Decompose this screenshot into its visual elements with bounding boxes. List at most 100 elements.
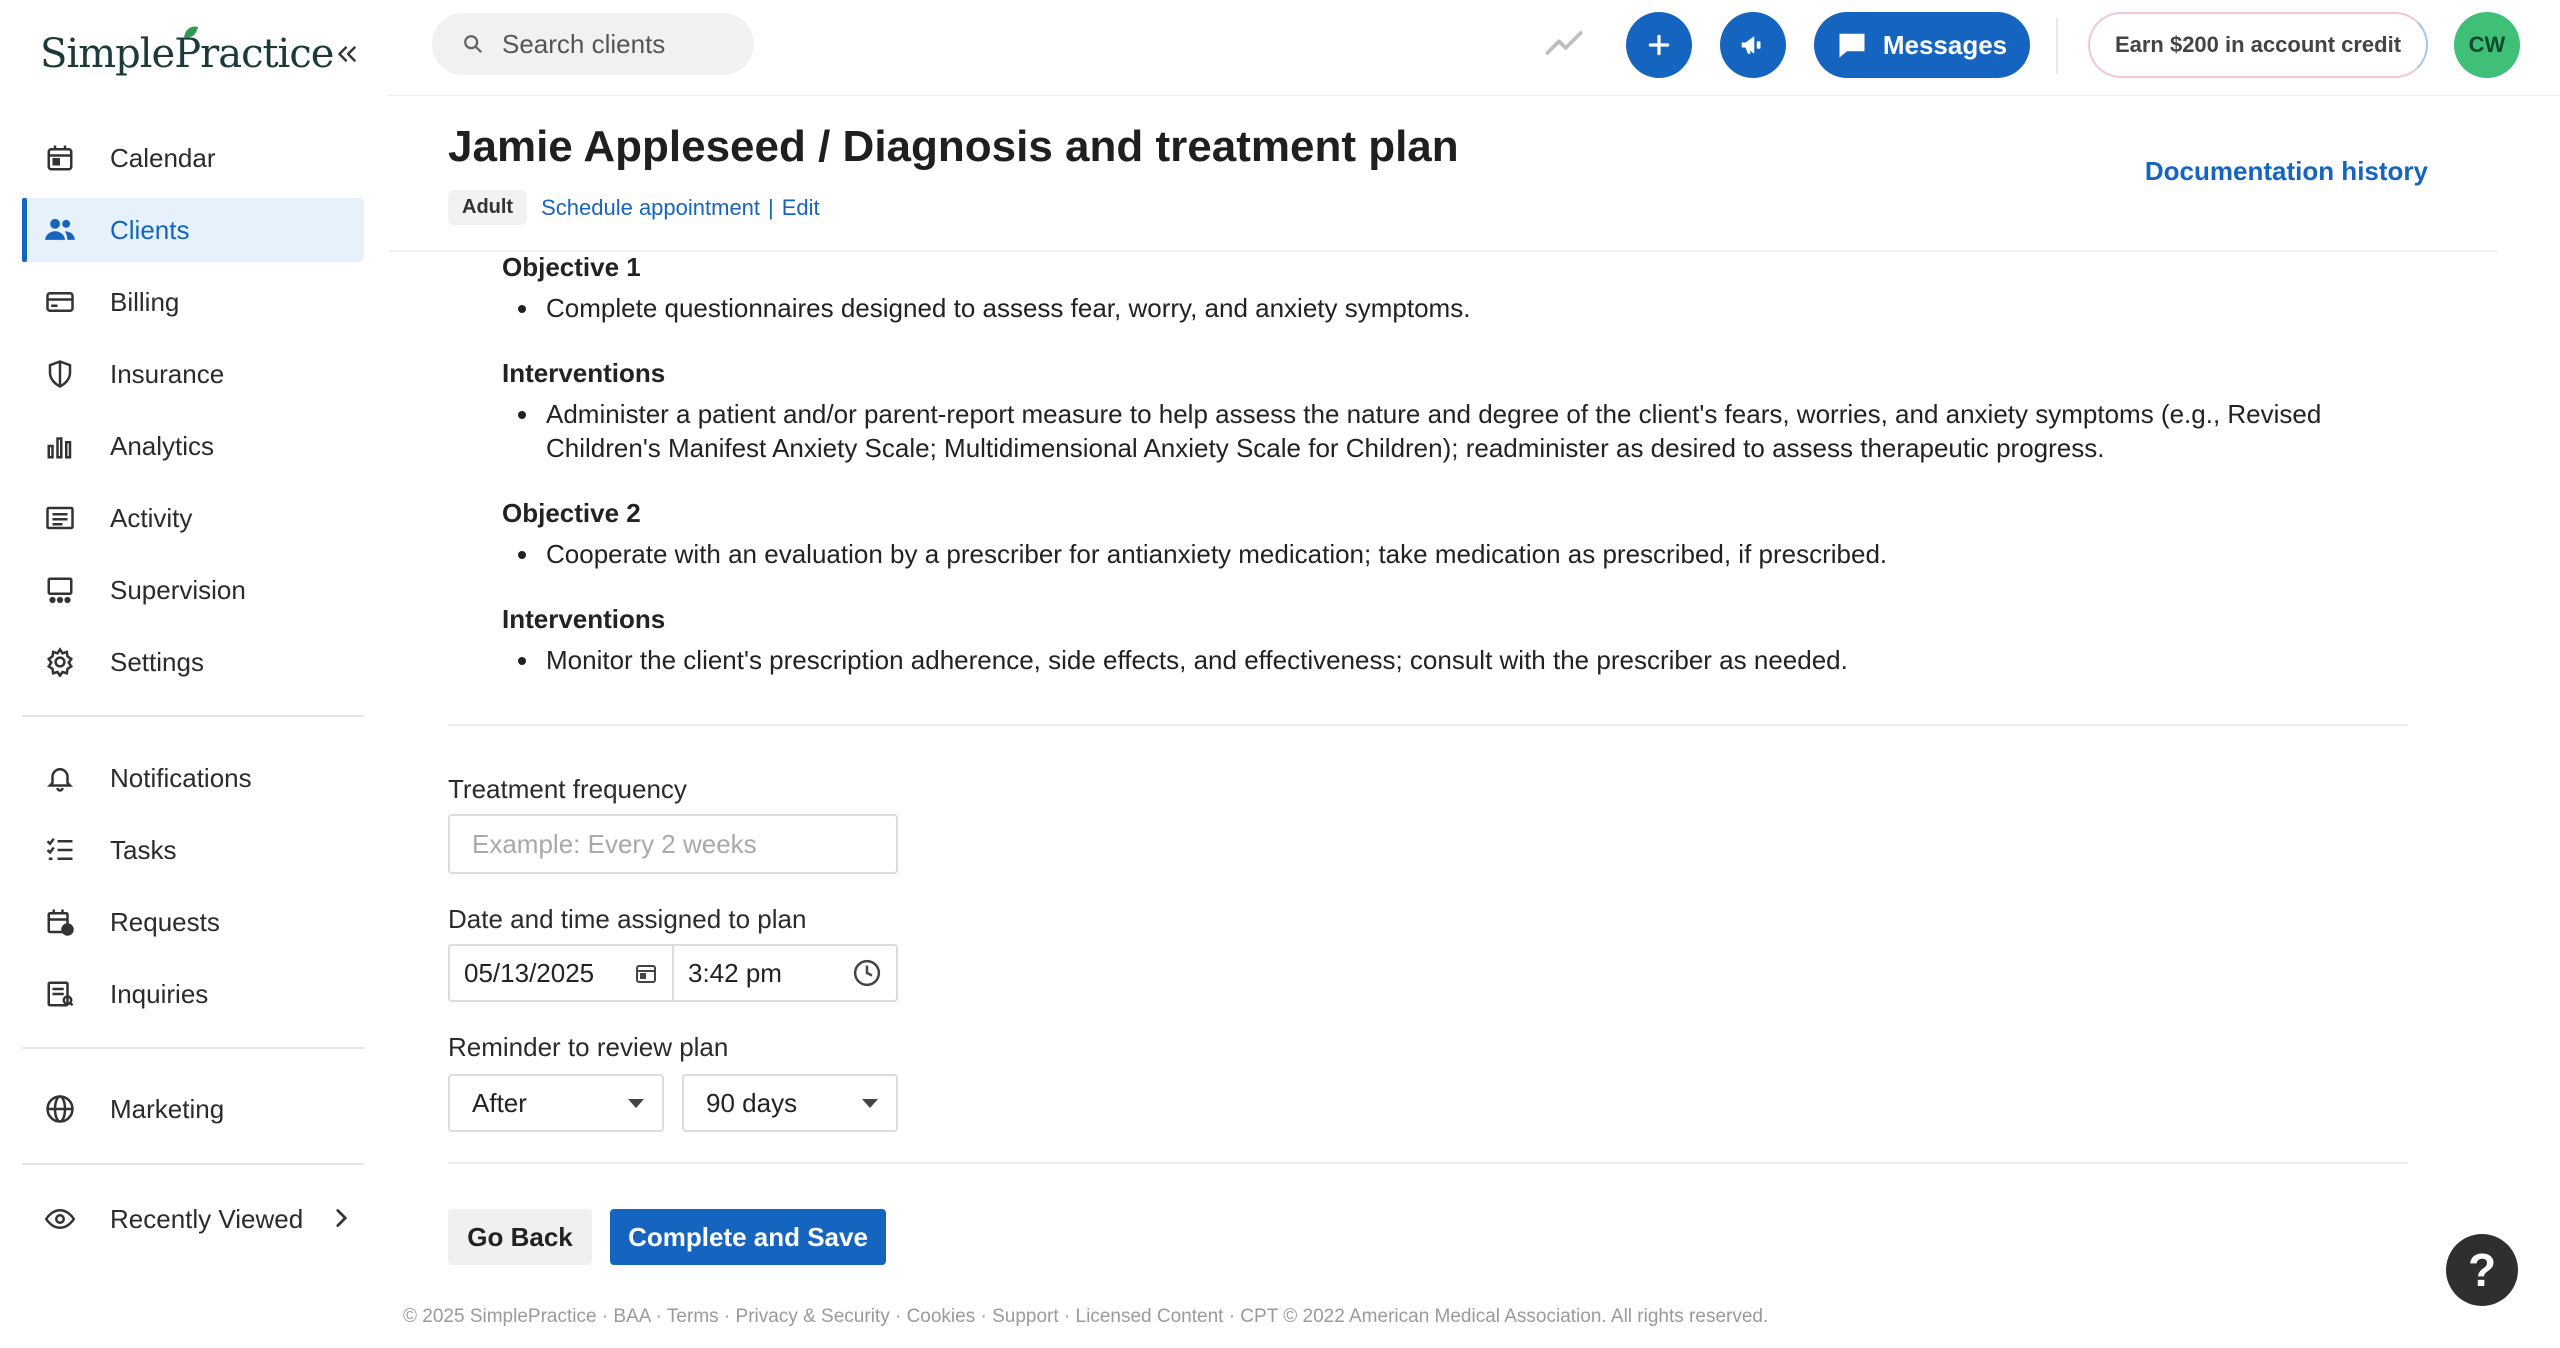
interventions-title: Interventions (502, 604, 666, 634)
sidebar-item-label: Insurance (110, 358, 225, 389)
supervision-icon (42, 572, 78, 608)
sidebar-item-calendar[interactable]: Calendar (22, 126, 364, 190)
globe-icon (42, 1091, 78, 1127)
sidebar-item-label: Clients (110, 214, 190, 245)
analytics-icon (42, 428, 78, 464)
earn-credit-button[interactable]: Earn $200 in account credit (2088, 12, 2428, 78)
topbar-separator (2056, 18, 2058, 74)
treatment-frequency-label: Treatment frequency (448, 774, 687, 804)
announcements-button[interactable] (1720, 12, 1786, 78)
sidebar-item-notifications[interactable]: Notifications (22, 746, 364, 810)
documentation-history-link[interactable]: Documentation history (2145, 156, 2428, 187)
reminder-period-value: 90 days (706, 1087, 798, 1118)
collapse-sidebar-button[interactable] (333, 34, 360, 74)
sidebar-divider (22, 1047, 364, 1049)
objective-item: Cooperate with an evaluation by a prescr… (502, 537, 2402, 571)
sidebar-item-label: Billing (110, 286, 180, 317)
inquiries-icon (42, 976, 78, 1012)
sidebar-item-insurance[interactable]: Insurance (22, 342, 364, 406)
avatar[interactable]: CW (2454, 12, 2520, 78)
logo-row: SimplePractice (40, 23, 360, 82)
sidebar-item-label: Notifications (110, 762, 252, 793)
trend-chart-icon[interactable] (1544, 26, 1584, 65)
sidebar-item-label: Inquiries (110, 978, 209, 1009)
sidebar-item-clients[interactable]: Clients (22, 198, 364, 262)
datetime-label: Date and time assigned to plan (448, 904, 807, 934)
treatment-frequency-input[interactable] (448, 814, 898, 874)
sidebar-item-requests[interactable]: Requests (22, 890, 364, 954)
sidebar-item-label: Supervision (110, 574, 246, 605)
meta-separator: | (768, 194, 774, 220)
go-back-button[interactable]: Go Back (448, 1209, 592, 1265)
reminder-when-select[interactable]: After (448, 1074, 664, 1132)
schedule-appointment-link[interactable]: Schedule appointment (541, 195, 760, 221)
datetime-picker: 05/13/2025 3:42 pm (448, 944, 898, 1002)
calendar-icon (42, 140, 78, 176)
sidebar-item-label: Recently Viewed (110, 1203, 304, 1234)
objective-title: Objective 2 (502, 498, 641, 528)
reminder-label: Reminder to review plan (448, 1032, 729, 1062)
sidebar-item-label: Activity (110, 502, 193, 533)
messages-button[interactable]: Messages (1814, 12, 2030, 78)
reminder-when-value: After (472, 1087, 527, 1118)
plus-icon (1648, 34, 1670, 56)
messages-label: Messages (1882, 29, 2008, 60)
eye-icon (42, 1201, 78, 1237)
complete-and-save-button[interactable]: Complete and Save (610, 1209, 886, 1265)
simplepractice-logo[interactable]: SimplePractice (40, 23, 334, 77)
section-divider (448, 1162, 2408, 1164)
logo-text: SimplePractice (40, 31, 334, 77)
clock-icon[interactable] (852, 958, 882, 988)
help-button[interactable]: ? (2446, 1234, 2518, 1306)
sidebar-item-settings[interactable]: Settings (22, 630, 364, 694)
earn-credit-label: Earn $200 in account credit (2114, 32, 2402, 57)
activity-icon (42, 500, 78, 536)
intervention-item: Administer a patient and/or parent-repor… (502, 397, 2402, 465)
bell-icon (42, 760, 78, 796)
time-value: 3:42 pm (688, 957, 782, 988)
sidebar-item-recently-viewed[interactable]: Recently Viewed (22, 1187, 364, 1251)
sidebar-item-supervision[interactable]: Supervision (22, 558, 364, 622)
date-field[interactable]: 05/13/2025 (450, 946, 674, 1000)
topbar: Messages Earn $200 in account credit CW (388, 0, 2560, 96)
sidebar-item-tasks[interactable]: Tasks (22, 818, 364, 882)
time-field[interactable]: 3:42 pm (674, 946, 896, 1000)
objective-item: Complete questionnaires designed to asse… (502, 291, 2402, 325)
caret-down-icon (862, 1098, 878, 1108)
chevron-right-icon (328, 1205, 354, 1238)
requests-icon (42, 904, 78, 940)
gear-icon (42, 644, 78, 680)
sidebar-item-activity[interactable]: Activity (22, 486, 364, 550)
sidebar-item-label: Analytics (110, 430, 215, 461)
client-meta-row: Adult Schedule appointment | Edit (448, 190, 820, 225)
sidebar: SimplePractice Calendar Clients Billing … (0, 0, 388, 1348)
interventions-1-block: Interventions Administer a patient and/o… (502, 358, 2402, 465)
avatar-initials: CW (2468, 32, 2506, 57)
footer-links[interactable]: © 2025 SimplePractice · BAA · Terms · Pr… (403, 1306, 1768, 1328)
sidebar-divider (22, 715, 364, 717)
sidebar-item-analytics[interactable]: Analytics (22, 414, 364, 478)
section-divider (448, 724, 2408, 726)
age-badge: Adult (448, 190, 528, 225)
interventions-title: Interventions (502, 358, 666, 388)
edit-client-link[interactable]: Edit (782, 195, 820, 221)
sidebar-divider (22, 1163, 364, 1165)
clients-icon (42, 212, 78, 248)
reminder-period-select[interactable]: 90 days (682, 1074, 898, 1132)
search-input[interactable] (502, 28, 742, 60)
help-question-icon: ? (2467, 1244, 2497, 1296)
sidebar-item-inquiries[interactable]: Inquiries (22, 962, 364, 1026)
sidebar-item-label: Tasks (110, 834, 177, 865)
sidebar-item-marketing[interactable]: Marketing (22, 1077, 364, 1141)
sidebar-item-label: Marketing (110, 1093, 225, 1124)
sidebar-item-billing[interactable]: Billing (22, 270, 364, 334)
message-bubble-icon (1839, 33, 1865, 58)
tasks-icon (42, 832, 78, 868)
search-box[interactable] (432, 13, 754, 75)
calendar-icon[interactable] (634, 961, 658, 985)
main-content: Messages Earn $200 in account credit CW … (388, 0, 2560, 1348)
objective-2-block: Objective 2 Cooperate with an evaluation… (502, 498, 2402, 571)
sidebar-item-label: Requests (110, 906, 220, 937)
billing-icon (42, 284, 78, 320)
add-button[interactable] (1626, 12, 1692, 78)
